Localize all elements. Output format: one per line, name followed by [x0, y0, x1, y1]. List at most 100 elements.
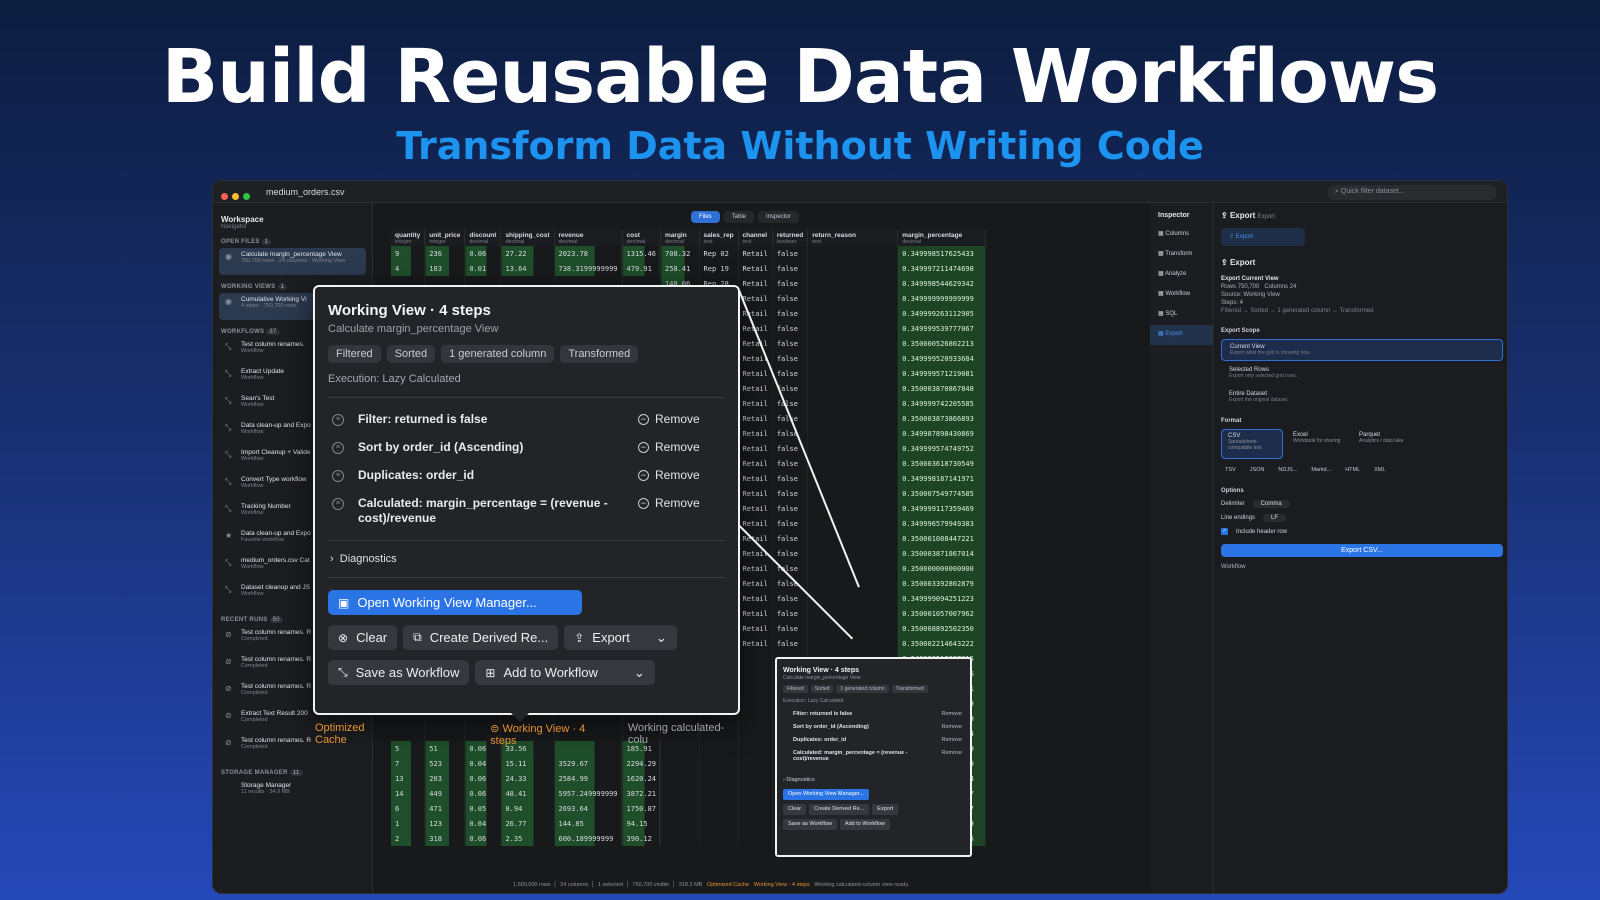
sidebar-item-open-file[interactable]: ◉ Calculate margin_percentage View 750,700… [219, 248, 366, 275]
scope-current-view[interactable]: Current View Export what the grid is show… [1221, 339, 1503, 361]
table-cell: 449 [424, 786, 466, 801]
format-parquet[interactable]: Parquet Analytics / data lake [1353, 429, 1415, 459]
table-cell: 27.22 [500, 246, 555, 261]
format-excel[interactable]: Excel Workbook for sharing [1287, 429, 1349, 459]
workflow-dropdown[interactable]: Workflow [1215, 563, 1507, 571]
export-tab[interactable]: ⇪ Export [1221, 228, 1305, 246]
column-header[interactable]: cost decimal [622, 229, 662, 246]
table-cell: Retail [738, 441, 773, 456]
close-window-button[interactable] [221, 193, 228, 200]
format-csv[interactable]: CSV Spreadsheet-compatible text [1221, 429, 1283, 459]
column-header[interactable]: return_reason text [807, 229, 899, 246]
star-icon: ⤡ [225, 423, 232, 432]
remove-step-button[interactable]: − Remove [638, 412, 700, 426]
chevron-down-icon: ⌄ [655, 629, 667, 645]
sidebar-item-storage[interactable]: Storage Manager 11 results · 34.9 MB [213, 779, 372, 806]
open-manager-button[interactable]: ▣ Open Working View Manager... [328, 590, 582, 615]
add-to-workflow-button[interactable]: ⊞ Add to Workflow ⌄ [475, 660, 655, 685]
table-cell: 15.11 [500, 756, 555, 771]
tab-table[interactable]: Table [723, 211, 755, 223]
table-cell: Retail [738, 606, 773, 621]
footer-calc: Working calculated-colu [627, 722, 725, 746]
header-row-option[interactable]: ✓ Include header row [1215, 525, 1507, 538]
divider [328, 577, 725, 578]
inspector-item-transform[interactable]: ▦ Transform [1150, 245, 1213, 265]
save-workflow-button[interactable]: ⤡ Save as Workflow [328, 660, 470, 685]
column-header[interactable]: revenue decimal [554, 229, 623, 246]
table-cell [807, 246, 899, 261]
table-cell: false [772, 276, 809, 291]
remove-step-button[interactable]: − Remove [638, 468, 700, 482]
table-cell: false [772, 606, 809, 621]
footer-working-view[interactable]: ⊜ Working View · 4 steps [490, 722, 610, 747]
column-type: decimal [505, 239, 525, 245]
format-xml[interactable]: XML [1374, 467, 1385, 473]
column-header[interactable]: unit_price integer [424, 229, 466, 246]
table-cell: 2693.64 [554, 801, 623, 816]
inspector-item-columns[interactable]: ▦ Columns [1150, 225, 1213, 245]
column-header[interactable]: margin decimal [660, 229, 700, 246]
scope-selected-rows[interactable]: Selected Rows Export only selected grid r… [1221, 363, 1503, 385]
table-cell: false [772, 501, 809, 516]
inspector-item-workflow[interactable]: ▦ Workflow [1150, 285, 1213, 305]
clear-button[interactable]: ⊗ Clear [328, 625, 398, 650]
table-cell [699, 831, 739, 846]
step-row: ≡ Duplicates: order_id − Remove [315, 460, 738, 488]
table-cell: 471 [424, 801, 466, 816]
check-icon: ⊘ [225, 630, 232, 639]
diagnostics-toggle[interactable]: › Diagnostics [315, 541, 738, 565]
table-cell: false [772, 516, 809, 531]
minimize-window-button[interactable] [232, 193, 239, 200]
column-header[interactable]: sales_rep text [699, 229, 739, 246]
column-header[interactable]: returned boolean [772, 229, 809, 246]
format-ndjson[interactable]: NDJS... [1278, 467, 1297, 473]
delimiter-select[interactable]: Comma [1252, 500, 1290, 508]
column-header[interactable]: quantity integer [391, 229, 426, 246]
format-tsv[interactable]: TSV [1225, 467, 1236, 473]
format-json[interactable]: JSON [1250, 467, 1265, 473]
zoom-window-button[interactable] [243, 193, 250, 200]
remove-label: Remove [655, 496, 700, 510]
table-cell [699, 771, 739, 786]
format-markdown[interactable]: Markd... [1311, 467, 1331, 473]
export-button[interactable]: ⇪ Export ⌄ [564, 625, 677, 650]
format-more: TSV JSON NDJS... Markd... HTML XML [1225, 467, 1499, 473]
table-cell [699, 801, 739, 816]
inspector-item-analyze[interactable]: ▦ Analyze [1150, 265, 1213, 285]
table-cell: 0.04 [464, 756, 502, 771]
table-cell: 9 [391, 246, 426, 261]
quick-filter-placeholder: Quick filter dataset... [1340, 188, 1405, 195]
table-row[interactable]: 4 183 0.01 13.64 738.3199999999 479.91 258.41 R… [391, 261, 987, 276]
table-cell [807, 261, 899, 276]
inspector-item-sql[interactable]: ▦ SQL [1150, 305, 1213, 325]
remove-step-button[interactable]: − Remove [638, 440, 700, 454]
checkbox-icon[interactable]: ✓ [1221, 528, 1228, 535]
column-header[interactable]: shipping_cost decimal [500, 229, 555, 246]
remove-label: Remove [655, 440, 700, 454]
table-cell: 0.04 [464, 816, 502, 831]
table-cell [699, 786, 739, 801]
table-cell [807, 336, 899, 351]
table-cell [738, 726, 773, 741]
column-header[interactable]: margin_percentage decimal [897, 229, 987, 246]
column-header[interactable]: channel text [738, 229, 773, 246]
line-endings-select[interactable]: LF [1263, 514, 1287, 522]
tab-files[interactable]: Files [691, 211, 720, 223]
remove-step-button[interactable]: − Remove [638, 496, 700, 510]
filter-icon: ⊜ [490, 722, 503, 735]
tab-inspector[interactable]: Inspector [758, 211, 799, 223]
create-derived-button[interactable]: ⧉ Create Derived Re... [403, 625, 559, 650]
mini-step-label: Duplicates: order_id [793, 737, 847, 743]
scope-entire-dataset[interactable]: Entire Dataset Export the original datase… [1221, 387, 1503, 409]
copy-icon: ⧉ [413, 630, 422, 644]
quick-filter-input[interactable]: ⌕ Quick filter dataset... [1327, 185, 1497, 200]
chip-filtered: Filtered [328, 345, 381, 363]
table-row[interactable]: 9 236 0.06 27.22 2023.78 1315.46 708.32 Rep 02 R… [391, 246, 987, 261]
column-header[interactable]: discount decimal [464, 229, 502, 246]
table-cell: 0.350000000000000 [897, 561, 987, 576]
inspector-item-export[interactable]: ▦ Export [1150, 325, 1213, 345]
working-view-popover: Working View · 4 steps Calculate margin_… [313, 285, 740, 715]
table-cell: Retail [738, 306, 773, 321]
export-csv-button[interactable]: Export CSV... [1221, 544, 1503, 557]
format-html[interactable]: HTML [1345, 467, 1360, 473]
